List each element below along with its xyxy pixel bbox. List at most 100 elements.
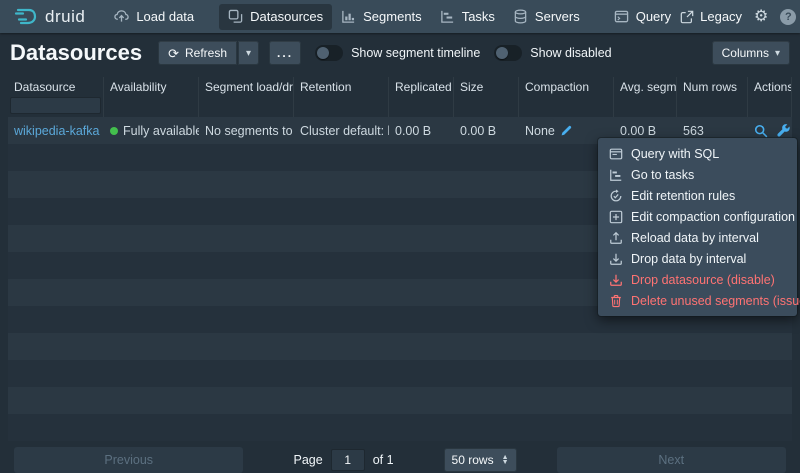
segment-load-drop-cell: No segments to load... — [199, 117, 294, 144]
automatic-updates-icon — [609, 189, 623, 203]
import-icon — [609, 273, 623, 287]
refresh-button[interactable]: ⟳ Refresh — [158, 41, 237, 65]
previous-page-button[interactable]: Previous — [14, 447, 243, 473]
legacy-label: Legacy — [700, 9, 742, 24]
page-indicator: Page of 1 — [253, 449, 433, 471]
nav-tasks[interactable]: Tasks — [431, 4, 504, 30]
rows-per-page-value: 50 rows — [452, 453, 494, 467]
database-icon — [513, 9, 528, 24]
show-disabled-label: Show disabled — [530, 46, 611, 60]
brand-name: druid — [45, 7, 85, 27]
druid-logo-icon — [14, 7, 38, 27]
nav-query[interactable]: Query — [605, 4, 680, 30]
column-header-num-rows[interactable]: Num rows — [677, 77, 748, 96]
nav-label: Query — [636, 9, 671, 24]
gantt-chart-icon — [609, 168, 623, 182]
datasource-link[interactable]: wikipedia-kafka — [14, 124, 99, 138]
replicated-size-cell: 0.00 B — [389, 117, 454, 144]
nav-label: Servers — [535, 9, 580, 24]
help-icon[interactable]: ? — [780, 9, 796, 25]
table-row-empty — [8, 333, 792, 360]
refresh-split-button: ⟳ Refresh ▾ — [158, 41, 259, 65]
datasource-filter-input[interactable] — [10, 97, 101, 114]
nav-label: Segments — [363, 9, 422, 24]
menu-item-edit-compaction[interactable]: Edit compaction configuration — [603, 206, 792, 227]
columns-button[interactable]: Columns ▾ — [712, 41, 790, 65]
table-row-empty — [8, 387, 792, 414]
switch-knob — [496, 47, 508, 59]
datasource-actions-menu: Query with SQL Go to tasks Edit retentio… — [598, 138, 797, 316]
table-filter-row — [8, 96, 792, 117]
size-cell: 0.00 B — [454, 117, 519, 144]
available-dot-icon — [110, 127, 118, 135]
menu-item-reload-data[interactable]: Reload data by interval — [603, 227, 792, 248]
search-icon[interactable] — [754, 124, 768, 138]
gear-icon[interactable]: ⚙ — [754, 9, 768, 25]
nav-servers[interactable]: Servers — [504, 4, 589, 30]
cloud-upload-icon — [114, 9, 129, 24]
refresh-interval-button[interactable]: ▾ — [238, 41, 259, 65]
chevron-down-icon: ▾ — [246, 48, 251, 59]
wrench-icon[interactable] — [777, 124, 791, 138]
show-disabled-switch[interactable] — [494, 45, 522, 61]
refresh-icon: ⟳ — [168, 47, 179, 60]
columns-label: Columns — [722, 46, 769, 60]
legacy-link[interactable]: Legacy — [680, 9, 742, 24]
refresh-label: Refresh — [185, 46, 227, 60]
column-header-retention[interactable]: Retention — [294, 77, 389, 96]
availability-cell: Fully available (24 ... — [104, 117, 199, 144]
segment-timeline-switch[interactable] — [315, 45, 343, 61]
compressed-icon — [609, 210, 623, 224]
table-row-empty — [8, 360, 792, 387]
top-navbar: druid Load data Datasources Segments — [0, 0, 800, 33]
segment-timeline-label: Show segment timeline — [351, 46, 480, 60]
nav-segments[interactable]: Segments — [332, 4, 431, 30]
druid-console: druid Load data Datasources Segments — [0, 0, 800, 473]
column-header-size[interactable]: Size — [454, 77, 519, 96]
more-actions-button[interactable]: ... — [269, 41, 301, 65]
show-disabled-toggle-group: Show disabled — [494, 45, 611, 61]
column-header-compaction[interactable]: Compaction — [519, 77, 614, 96]
segment-timeline-toggle-group: Show segment timeline — [315, 45, 480, 61]
multi-select-icon — [228, 9, 243, 24]
retention-cell[interactable]: Cluster default: load... — [294, 117, 389, 144]
column-header-replicated-size[interactable]: Replicated si... — [389, 77, 454, 96]
column-header-datasource[interactable]: Datasource — [8, 77, 104, 96]
table-header-row: Datasource Availability Segment load/dro… — [8, 77, 792, 96]
nav-label: Datasources — [250, 9, 323, 24]
menu-item-drop-data[interactable]: Drop data by interval — [603, 248, 792, 269]
menu-item-drop-datasource[interactable]: Drop datasource (disable) — [603, 269, 792, 290]
menu-item-delete-unused-segments[interactable]: Delete unused segments (issue kill task) — [603, 290, 792, 311]
import-icon — [609, 252, 623, 266]
menu-item-go-to-tasks[interactable]: Go to tasks — [603, 164, 792, 185]
page-of-label: of 1 — [373, 453, 394, 467]
column-header-availability[interactable]: Availability — [104, 77, 199, 96]
table-row-empty — [8, 414, 792, 441]
double-caret-icon: ▲▼ — [502, 455, 509, 465]
stacked-chart-icon — [341, 9, 356, 24]
trash-icon — [609, 294, 623, 308]
export-icon — [609, 231, 623, 245]
column-header-segment-load-drop[interactable]: Segment load/drop — [199, 77, 294, 96]
nav-load-data[interactable]: Load data — [105, 4, 203, 30]
rows-per-page-select[interactable]: 50 rows ▲▼ — [444, 448, 517, 472]
column-header-actions: Actions — [748, 77, 792, 96]
page-header: Datasources ⟳ Refresh ▾ ... Show segment… — [0, 33, 800, 73]
nav-label: Load data — [136, 9, 194, 24]
edit-pencil-icon[interactable] — [560, 124, 573, 137]
external-link-icon — [680, 10, 694, 24]
page-title: Datasources — [10, 40, 142, 66]
menu-item-edit-retention-rules[interactable]: Edit retention rules — [603, 185, 792, 206]
page-label: Page — [293, 453, 322, 467]
nav-label: Tasks — [462, 9, 495, 24]
column-header-avg-segment-size[interactable]: Avg. segmen... — [614, 77, 677, 96]
menu-item-query-with-sql[interactable]: Query with SQL — [603, 143, 792, 164]
switch-knob — [317, 47, 329, 59]
druid-logo[interactable]: druid — [10, 7, 89, 27]
next-page-button[interactable]: Next — [557, 447, 786, 473]
nav-datasources[interactable]: Datasources — [219, 4, 332, 30]
page-number-input[interactable] — [331, 449, 365, 471]
application-icon — [609, 147, 623, 161]
gantt-chart-icon — [440, 9, 455, 24]
console-icon — [614, 9, 629, 24]
